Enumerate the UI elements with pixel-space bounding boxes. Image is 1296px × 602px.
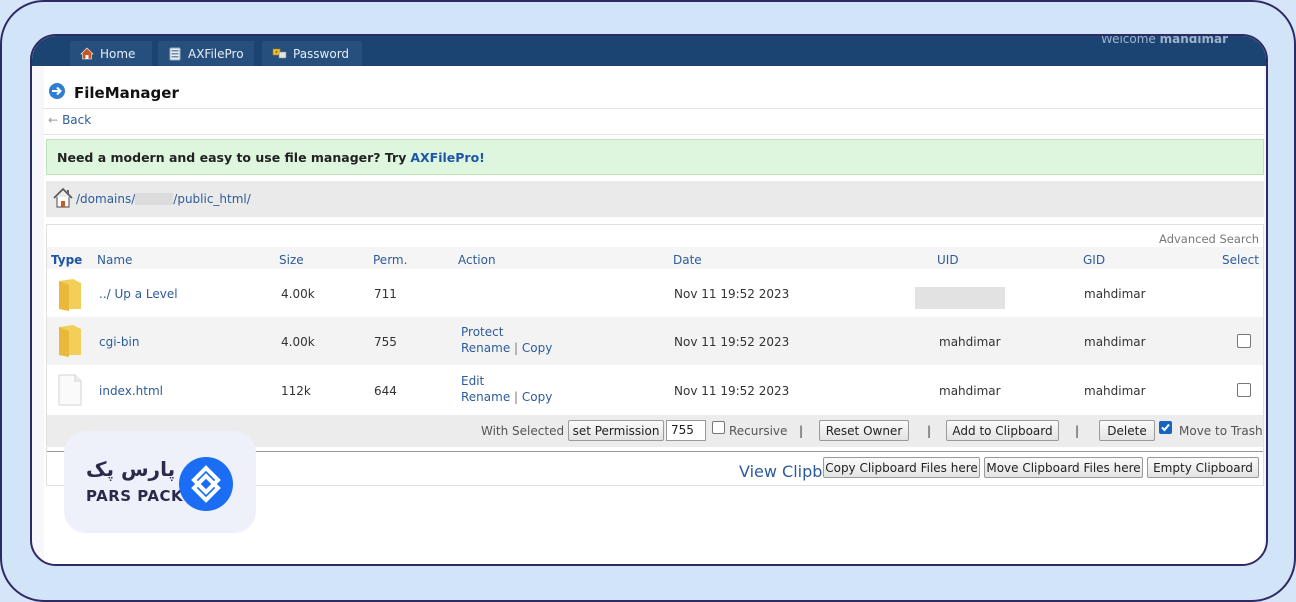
promo-link[interactable]: AXFilePro!	[410, 150, 485, 165]
brand-name-fa: پارس پک	[86, 457, 176, 481]
divider	[44, 134, 1264, 135]
top-nav-bar: Home AXFilePro Password Welcome mahdimar	[32, 36, 1266, 66]
file-gid: mahdimar	[1084, 287, 1146, 301]
permission-input[interactable]: 755	[666, 420, 706, 441]
col-action: Action	[458, 253, 496, 267]
promo-text: Need a modern and easy to use file manag…	[57, 149, 407, 165]
page-title: FileManager	[48, 82, 179, 104]
advanced-search-link[interactable]: Advanced Search	[1159, 232, 1259, 246]
separator: |	[799, 424, 804, 438]
home-icon	[80, 47, 94, 60]
move-to-trash-checkbox[interactable]	[1159, 421, 1172, 434]
file-date: Nov 11 19:52 2023	[674, 287, 790, 301]
parspack-mark-icon	[177, 455, 235, 517]
tab-axfilepro-label: AXFilePro	[188, 46, 244, 61]
tab-password[interactable]: Password	[262, 41, 362, 66]
file-name-link[interactable]: ../ Up a Level	[99, 287, 178, 301]
file-perm[interactable]: 711	[374, 287, 397, 301]
separator: |	[927, 424, 932, 438]
welcome-prefix: Welcome	[1100, 34, 1156, 46]
copy-clipboard-here-button[interactable]: Copy Clipboard Files here	[823, 457, 980, 478]
redacted-domain	[135, 193, 174, 205]
parspack-logo: پارس پک PARS PACK	[64, 431, 256, 533]
path-domains[interactable]: /domains/	[76, 192, 135, 206]
file-name-link[interactable]: cgi-bin	[99, 335, 139, 349]
file-size: 4.00k	[281, 287, 315, 301]
divider	[44, 108, 1264, 109]
col-name[interactable]: Name	[97, 253, 132, 267]
brand-name-en: PARS PACK	[86, 487, 184, 505]
file-gid: mahdimar	[1084, 335, 1146, 349]
file-perm[interactable]: 755	[374, 335, 397, 349]
set-permission-button[interactable]: set Permission	[568, 420, 664, 441]
redacted-uid	[915, 287, 1005, 309]
copy-link[interactable]: Copy	[522, 341, 552, 355]
recursive-checkbox[interactable]	[712, 421, 725, 434]
action-separator: |	[514, 341, 519, 355]
table-row: cgi-bin 4.00k 755 Protect Rename | Copy …	[47, 317, 1263, 365]
promo-banner: Need a modern and easy to use file manag…	[46, 139, 1264, 175]
checkmark-icon	[1161, 423, 1170, 432]
path-public-html[interactable]: /public_html/	[173, 192, 251, 206]
file-name-link[interactable]: index.html	[99, 384, 163, 398]
col-uid[interactable]: UID	[937, 253, 959, 267]
arrow-circle-icon	[48, 82, 66, 104]
file-icon	[57, 373, 83, 410]
table-header	[47, 247, 1263, 269]
copy-link[interactable]: Copy	[522, 390, 552, 404]
folder-icon	[55, 277, 85, 314]
arrow-left-icon: ←	[48, 113, 59, 127]
tab-home-label: Home	[100, 46, 136, 61]
move-to-trash-label: Move to Trash	[1179, 424, 1263, 438]
house-icon[interactable]	[52, 187, 74, 212]
table-row: index.html 112k 644 Edit Rename | Copy N…	[47, 366, 1263, 414]
back-label: Back	[62, 113, 92, 127]
tab-home[interactable]: Home	[70, 41, 152, 66]
col-gid[interactable]: GID	[1083, 253, 1105, 267]
delete-button[interactable]: Delete	[1099, 420, 1155, 441]
file-gid: mahdimar	[1084, 384, 1146, 398]
action-separator: |	[514, 390, 519, 404]
col-type[interactable]: Type	[51, 253, 82, 267]
file-uid: mahdimar	[939, 335, 1001, 349]
file-size: 4.00k	[281, 335, 315, 349]
table-row: ../ Up a Level 4.00k 711 Nov 11 19:52 20…	[47, 269, 1263, 317]
protect-link[interactable]: Protect	[461, 325, 503, 339]
recursive-label: Recursive	[729, 424, 788, 438]
welcome-text: Welcome mahdimar	[1100, 34, 1228, 46]
breadcrumb: /domains/ /public_html/	[46, 181, 1264, 217]
server-icon	[168, 47, 182, 61]
row-actions: Rename | Copy	[461, 390, 552, 404]
file-uid: mahdimar	[939, 384, 1001, 398]
file-perm[interactable]: 644	[374, 384, 397, 398]
back-link[interactable]: ← Back	[48, 113, 91, 127]
rename-link[interactable]: Rename	[461, 390, 510, 404]
reset-owner-button[interactable]: Reset Owner	[819, 420, 909, 441]
outer-frame: Home AXFilePro Password Welcome mahdimar	[0, 0, 1296, 602]
tab-password-label: Password	[293, 46, 350, 61]
keys-icon	[272, 47, 287, 60]
add-to-clipboard-button[interactable]: Add to Clipboard	[946, 420, 1059, 441]
folder-icon	[55, 323, 85, 360]
rename-link[interactable]: Rename	[461, 341, 510, 355]
col-date[interactable]: Date	[673, 253, 702, 267]
edit-link[interactable]: Edit	[461, 374, 484, 388]
page-title-text: FileManager	[74, 84, 179, 102]
file-size: 112k	[281, 384, 311, 398]
row-select-checkbox[interactable]	[1237, 383, 1251, 397]
row-actions: Rename | Copy	[461, 341, 552, 355]
move-clipboard-here-button[interactable]: Move Clipboard Files here	[984, 457, 1143, 478]
welcome-user: mahdimar	[1159, 34, 1228, 46]
col-size[interactable]: Size	[279, 253, 304, 267]
file-date: Nov 11 19:52 2023	[674, 384, 790, 398]
row-select-checkbox[interactable]	[1237, 334, 1251, 348]
empty-clipboard-button[interactable]: Empty Clipboard	[1147, 457, 1259, 478]
file-date: Nov 11 19:52 2023	[674, 335, 790, 349]
col-perm[interactable]: Perm.	[373, 253, 407, 267]
separator: |	[1075, 424, 1080, 438]
col-select: Select	[1221, 253, 1259, 267]
tab-axfilepro[interactable]: AXFilePro	[158, 41, 254, 66]
with-selected-label: With Selected	[481, 424, 565, 438]
